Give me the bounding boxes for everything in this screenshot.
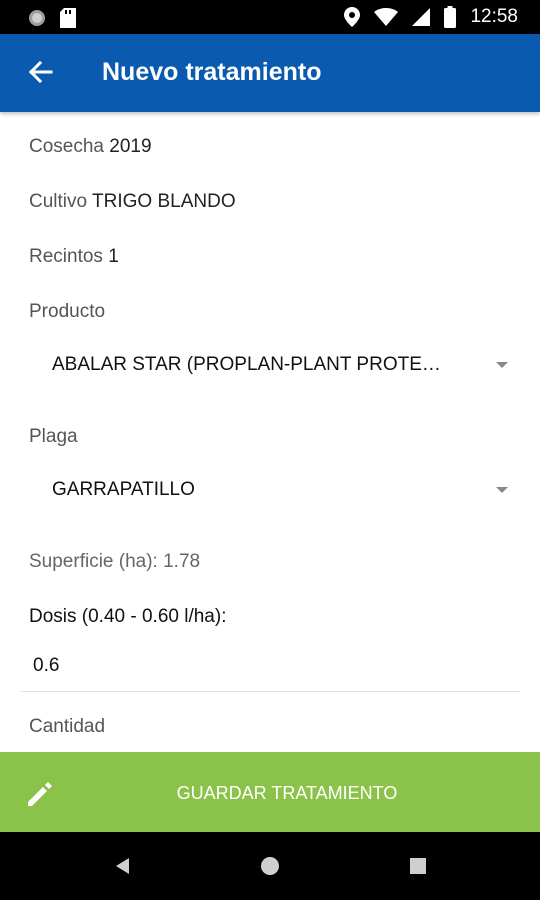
- dropdown-arrow-icon: [496, 487, 508, 493]
- recintos-row: Recintos 1: [29, 246, 119, 268]
- cultivo-row: Cultivo TRIGO BLANDO: [29, 191, 236, 213]
- square-recents-icon: [410, 858, 426, 874]
- location-icon: [344, 7, 361, 27]
- system-nav-bar: [0, 832, 540, 900]
- recintos-value: 1: [108, 246, 119, 267]
- status-bar-right: 12:58: [344, 6, 518, 28]
- wifi-icon: [374, 8, 399, 26]
- plaga-label: Plaga: [29, 426, 78, 447]
- status-bar: 12:58: [0, 0, 540, 34]
- notification-icon: [29, 10, 45, 26]
- cultivo-value: TRIGO BLANDO: [92, 191, 236, 212]
- triangle-back-icon: [116, 858, 129, 874]
- producto-label: Producto: [29, 301, 106, 322]
- save-button-label: GUARDAR TRATAMIENTO: [176, 783, 398, 803]
- cosecha-value: 2019: [109, 136, 152, 157]
- superficie-text: Superficie (ha): 1.78: [29, 551, 201, 572]
- recintos-label: Recintos: [29, 246, 103, 267]
- battery-icon: [444, 6, 457, 28]
- cosecha-row: Cosecha 2019: [29, 136, 152, 158]
- status-time: 12:58: [470, 6, 518, 27]
- plaga-select[interactable]: GARRAPATILLO: [22, 469, 520, 513]
- arrow-back-icon: [28, 60, 53, 84]
- nav-home-button[interactable]: [258, 854, 282, 878]
- nav-back-button[interactable]: [110, 854, 134, 878]
- dosis-label: Dosis (0.40 - 0.60 l/ha):: [29, 606, 227, 627]
- cultivo-label: Cultivo: [29, 191, 88, 212]
- plaga-selected: GARRAPATILLO: [52, 479, 195, 500]
- sd-card-icon: [60, 8, 76, 28]
- back-button[interactable]: [22, 54, 58, 90]
- nav-recents-button[interactable]: [406, 854, 430, 878]
- cantidad-label: Cantidad: [29, 716, 106, 737]
- signal-icon: [412, 8, 431, 26]
- page-title: Nuevo tratamiento: [102, 58, 322, 86]
- producto-selected: ABALAR STAR (PROPLAN-PLANT PROTE…: [52, 354, 441, 375]
- cosecha-label: Cosecha: [29, 136, 104, 157]
- app-bar: Nuevo tratamiento: [0, 34, 540, 112]
- status-bar-left: [28, 8, 76, 28]
- circle-home-icon: [261, 857, 279, 875]
- dosis-input[interactable]: [20, 640, 520, 692]
- dropdown-arrow-icon: [496, 362, 508, 368]
- producto-select[interactable]: ABALAR STAR (PROPLAN-PLANT PROTE…: [22, 344, 520, 388]
- save-treatment-button[interactable]: GUARDAR TRATAMIENTO: [0, 752, 540, 832]
